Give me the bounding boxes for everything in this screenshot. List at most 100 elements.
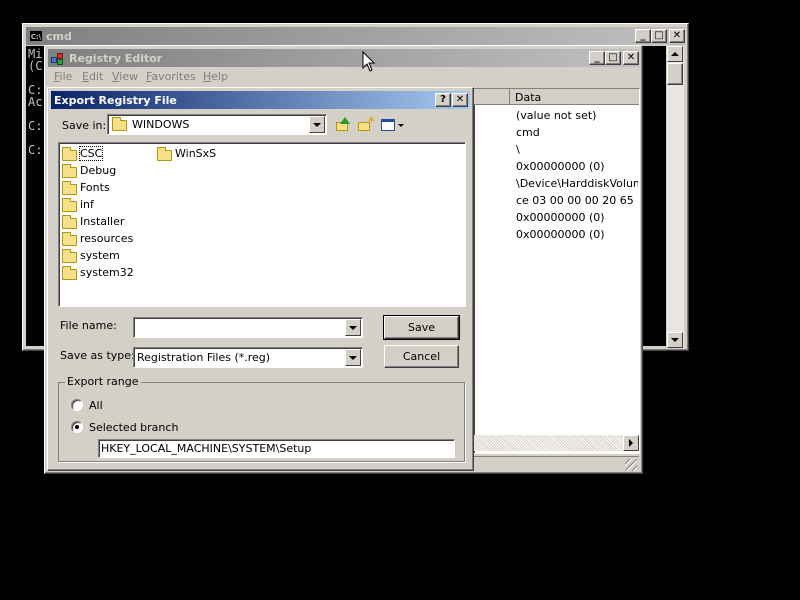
radio-selected-branch[interactable] [71,421,83,433]
menu-edit[interactable]: Edit [82,70,103,83]
cmd-line: Ac [28,95,43,109]
radio-all[interactable] [71,399,83,411]
cmd-titlebar[interactable]: C:\ cmd [26,27,685,45]
folder-icon [62,164,77,178]
folder-icon [62,198,77,212]
export-dialog-titlebar[interactable]: Export Registry File [51,91,470,109]
radio-all-label[interactable]: All [89,399,103,412]
list-item[interactable]: Debug [62,164,152,179]
cmd-minimize-button[interactable]: _ [635,29,651,43]
cmd-line: C: [28,119,43,133]
cmd-line: C: [28,143,43,157]
help-button[interactable]: ? [435,93,451,107]
cmd-maximize-button[interactable]: □ [651,29,667,43]
save-in-combobox[interactable]: WINDOWS [107,114,327,135]
values-horizontal-scrollbar[interactable] [474,435,639,451]
menu-help[interactable]: Help [203,70,228,83]
size-grip-icon[interactable] [625,459,637,471]
menu-view[interactable]: View [112,70,138,83]
value-data: \ [516,143,520,156]
value-data: 0x00000000 (0) [516,211,605,224]
value-data: 0x00000000 (0) [516,228,605,241]
list-item[interactable]: system32 [62,266,152,281]
export-range-label: Export range [65,375,141,388]
menu-favorites[interactable]: Favorites [146,70,196,83]
export-dialog-title: Export Registry File [54,93,177,107]
value-data: (value not set) [516,109,597,122]
value-data: ce 03 00 00 00 20 65 58 [516,194,638,207]
scroll-up-button[interactable] [667,46,683,62]
cmd-output: Mi (C C: Ac C: C: [28,48,42,156]
view-menu-icon[interactable] [379,116,405,134]
save-in-dropdown-button[interactable] [309,116,325,133]
regedit-close-button[interactable]: ✕ [623,51,639,65]
cmd-close-button[interactable]: ✕ [669,29,685,43]
mouse-cursor-icon [362,51,376,72]
save-as-type-dropdown-button[interactable] [345,349,361,366]
save-in-label: Save in: [62,119,107,132]
save-button[interactable]: Save [383,315,460,340]
save-as-type-combobox[interactable]: Registration Files (*.reg) [133,347,363,368]
new-folder-icon[interactable]: ✶ [356,116,375,134]
list-item[interactable]: system [62,249,152,264]
chevron-down-icon [349,355,357,360]
console-icon: C:\ [29,30,43,42]
export-range-group: Export range All Selected branch HKEY_LO… [58,375,465,462]
up-one-level-icon[interactable] [333,116,351,134]
branch-path-value: HKEY_LOCAL_MACHINE\SYSTEM\Setup [101,442,312,455]
cmd-title: cmd [46,29,72,43]
registry-values-pane[interactable]: Data (value not set) cmd \ 0x00000000 (0… [473,88,640,454]
chevron-down-icon [313,122,321,127]
menu-file[interactable]: File [54,70,72,83]
close-button[interactable]: ✕ [452,93,468,107]
cmd-line: (C [28,59,43,73]
chevron-down-icon [349,325,357,330]
folder-name: Installer [80,215,125,228]
radio-selected-branch-label[interactable]: Selected branch [89,421,178,434]
branch-path-field[interactable]: HKEY_LOCAL_MACHINE\SYSTEM\Setup [98,439,455,458]
regedit-menubar: File Edit View Favorites Help [48,68,639,86]
arrow-right-icon [629,439,633,447]
regedit-maximize-button[interactable]: □ [605,51,621,65]
folder-name: CSC [78,146,104,161]
folder-name: WinSxS [175,147,217,160]
list-item[interactable]: CSC [62,146,152,162]
list-item[interactable]: WinSxS [157,147,247,162]
cancel-button[interactable]: Cancel [384,345,459,368]
folder-name: inf [80,198,94,211]
folder-icon [157,147,172,161]
value-data: cmd [516,126,540,139]
save-as-type-label: Save as type: [60,349,135,362]
data-column-header[interactable]: Data [474,89,639,105]
file-name-combobox[interactable] [133,317,363,338]
scroll-down-button[interactable] [667,332,683,348]
folder-icon [62,181,77,195]
list-item[interactable]: inf [62,198,152,213]
save-button-label: Save [407,321,435,334]
list-item[interactable]: resources [62,232,152,247]
data-header-label: Data [515,91,542,104]
folder-icon [62,249,77,263]
value-data: \Device\HarddiskVolume1 [516,177,638,190]
folder-icon [112,117,127,131]
value-data: 0x00000000 (0) [516,160,605,173]
registry-editor-titlebar[interactable]: Registry Editor [48,49,639,67]
registry-editor-title: Registry Editor [69,51,163,65]
save-as-type-value: Registration Files (*.reg) [137,351,271,364]
cmd-vertical-scrollbar[interactable] [667,46,684,348]
folder-name: resources [80,232,134,245]
list-item[interactable]: Installer [62,215,152,230]
list-item[interactable]: Fonts [62,181,152,196]
folder-icon [62,147,77,161]
arrow-down-icon [671,338,679,342]
folder-name: system [80,249,120,262]
scroll-right-button[interactable] [623,435,639,451]
registry-icon [51,52,65,65]
arrow-up-icon [671,52,679,56]
scroll-thumb[interactable] [667,63,683,85]
file-name-dropdown-button[interactable] [345,319,361,336]
file-list[interactable]: CSC Debug Fonts inf Installer resources … [58,142,466,307]
folder-name: Debug [80,164,117,177]
regedit-minimize-button[interactable]: _ [589,51,605,65]
folder-name: Fonts [80,181,110,194]
